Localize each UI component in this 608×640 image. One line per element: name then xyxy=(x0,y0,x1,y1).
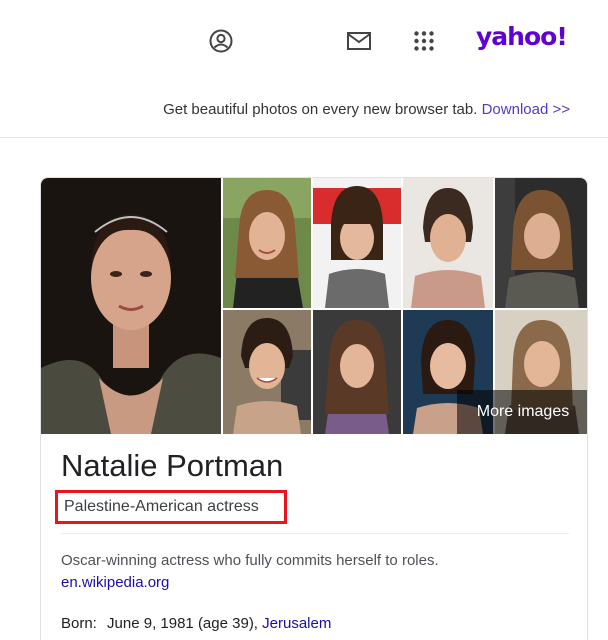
mail-button[interactable] xyxy=(344,26,374,56)
born-fact: Born: June 9, 1981 (age 39), Jerusalem xyxy=(61,615,331,632)
gallery-photo-1[interactable] xyxy=(223,178,311,308)
gallery-photo-5[interactable] xyxy=(223,310,311,434)
gallery-photo-2[interactable] xyxy=(313,178,401,308)
profile-icon xyxy=(209,29,233,53)
yahoo-logo[interactable]: yahoo! xyxy=(476,22,568,51)
profile-button[interactable] xyxy=(206,26,236,56)
section-divider xyxy=(61,533,569,534)
image-gallery: More images xyxy=(41,178,587,434)
wikipedia-link[interactable]: en.wikipedia.org xyxy=(61,574,169,591)
apps-button[interactable] xyxy=(409,26,439,56)
promo-banner: Get beautiful photos on every new browse… xyxy=(0,101,570,118)
header-divider xyxy=(0,137,608,138)
promo-text: Get beautiful photos on every new browse… xyxy=(163,101,478,118)
top-bar: yahoo! xyxy=(0,0,608,84)
entity-subtitle: Palestine-American actress xyxy=(64,498,259,515)
gallery-photo-6[interactable] xyxy=(313,310,401,434)
birthplace-link[interactable]: Jerusalem xyxy=(262,615,331,632)
born-value: June 9, 1981 (age 39), xyxy=(107,615,258,632)
born-label: Born: xyxy=(61,615,97,632)
main-photo[interactable] xyxy=(41,178,221,434)
entity-description: Oscar-winning actress who fully commits … xyxy=(61,552,439,569)
gallery-photo-4[interactable] xyxy=(495,178,587,308)
knowledge-panel: More images Natalie Portman Palestine-Am… xyxy=(40,177,588,640)
entity-subtitle-highlight: Palestine-American actress xyxy=(55,490,287,524)
gallery-photo-3[interactable] xyxy=(403,178,493,308)
entity-title: Natalie Portman xyxy=(61,448,284,483)
apps-grid-icon xyxy=(414,31,434,51)
download-link[interactable]: Download >> xyxy=(482,101,570,118)
mail-icon xyxy=(347,32,371,50)
more-images-button[interactable]: More images xyxy=(457,390,587,434)
